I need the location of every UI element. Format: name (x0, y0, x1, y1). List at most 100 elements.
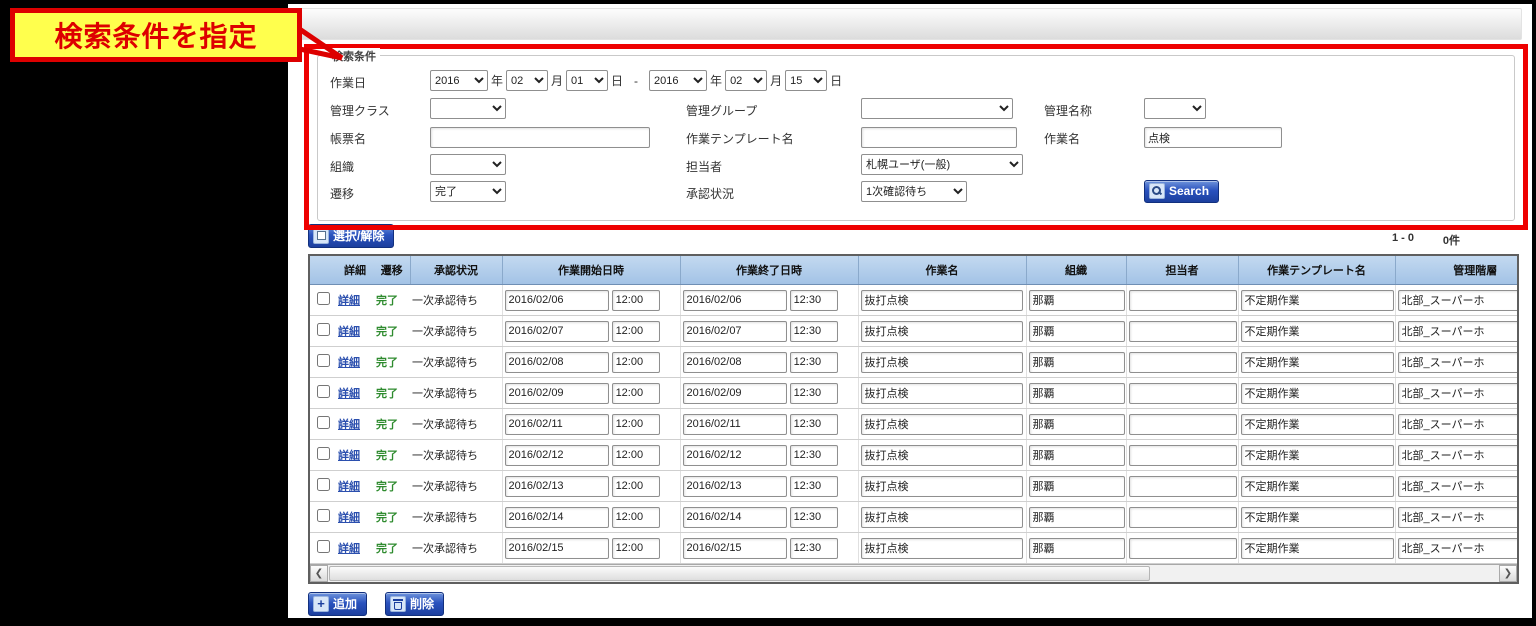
row-checkbox[interactable] (317, 509, 330, 522)
end-time-input[interactable] (790, 321, 838, 342)
end-time-input[interactable] (790, 507, 838, 528)
to-day-select[interactable]: 15 (785, 70, 827, 91)
assignee-cell-input[interactable] (1129, 352, 1237, 373)
organization-cell-input[interactable] (1029, 321, 1125, 342)
to-year-select[interactable]: 2016 (649, 70, 707, 91)
hierarchy-cell-input[interactable] (1398, 414, 1520, 435)
hierarchy-cell-input[interactable] (1398, 507, 1520, 528)
assignee-cell-input[interactable] (1129, 321, 1237, 342)
assignee-cell-input[interactable] (1129, 383, 1237, 404)
transition-select[interactable]: 完了 (430, 181, 506, 202)
start-time-input[interactable] (612, 445, 660, 466)
hierarchy-cell-input[interactable] (1398, 352, 1520, 373)
detail-link[interactable]: 詳細 (338, 512, 360, 524)
scroll-right-button[interactable]: ❯ (1499, 565, 1517, 582)
row-checkbox[interactable] (317, 323, 330, 336)
row-checkbox[interactable] (317, 447, 330, 460)
start-time-input[interactable] (612, 352, 660, 373)
work-name-cell-input[interactable] (861, 538, 1023, 559)
approval-status-select[interactable]: 1次確認待ち (861, 181, 967, 202)
template-cell-input[interactable] (1241, 414, 1394, 435)
organization-cell-input[interactable] (1029, 476, 1125, 497)
hierarchy-cell-input[interactable] (1398, 290, 1520, 311)
row-checkbox[interactable] (317, 540, 330, 553)
start-date-input[interactable] (505, 383, 609, 404)
work-name-cell-input[interactable] (861, 476, 1023, 497)
assignee-cell-input[interactable] (1129, 290, 1237, 311)
mgmt-group-select[interactable] (861, 98, 1013, 119)
end-time-input[interactable] (790, 352, 838, 373)
work-name-input[interactable] (1144, 127, 1282, 148)
form-name-input[interactable] (430, 127, 650, 148)
start-date-input[interactable] (505, 538, 609, 559)
start-time-input[interactable] (612, 507, 660, 528)
template-cell-input[interactable] (1241, 352, 1394, 373)
work-name-cell-input[interactable] (861, 414, 1023, 435)
template-cell-input[interactable] (1241, 290, 1394, 311)
end-time-input[interactable] (790, 538, 838, 559)
end-date-input[interactable] (683, 414, 787, 435)
assignee-cell-input[interactable] (1129, 445, 1237, 466)
template-cell-input[interactable] (1241, 321, 1394, 342)
from-year-select[interactable]: 2016 (430, 70, 488, 91)
row-checkbox[interactable] (317, 478, 330, 491)
organization-cell-input[interactable] (1029, 290, 1125, 311)
template-cell-input[interactable] (1241, 476, 1394, 497)
end-time-input[interactable] (790, 383, 838, 404)
from-day-select[interactable]: 01 (566, 70, 608, 91)
row-checkbox[interactable] (317, 385, 330, 398)
detail-link[interactable]: 詳細 (338, 450, 360, 462)
end-time-input[interactable] (790, 414, 838, 435)
assignee-cell-input[interactable] (1129, 507, 1237, 528)
detail-link[interactable]: 詳細 (338, 388, 360, 400)
end-date-input[interactable] (683, 538, 787, 559)
start-date-input[interactable] (505, 476, 609, 497)
end-date-input[interactable] (683, 445, 787, 466)
organization-cell-input[interactable] (1029, 414, 1125, 435)
to-month-select[interactable]: 02 (725, 70, 767, 91)
detail-link[interactable]: 詳細 (338, 326, 360, 338)
work-name-cell-input[interactable] (861, 352, 1023, 373)
work-name-cell-input[interactable] (861, 321, 1023, 342)
detail-link[interactable]: 詳細 (338, 419, 360, 431)
hierarchy-cell-input[interactable] (1398, 445, 1520, 466)
horizontal-scrollbar[interactable]: ❮ ❯ (310, 564, 1517, 582)
hierarchy-cell-input[interactable] (1398, 538, 1520, 559)
hierarchy-cell-input[interactable] (1398, 321, 1520, 342)
start-date-input[interactable] (505, 352, 609, 373)
work-name-cell-input[interactable] (861, 507, 1023, 528)
organization-cell-input[interactable] (1029, 445, 1125, 466)
add-button[interactable]: + 追加 (308, 592, 367, 616)
start-date-input[interactable] (505, 445, 609, 466)
start-time-input[interactable] (612, 538, 660, 559)
detail-link[interactable]: 詳細 (338, 481, 360, 493)
row-checkbox[interactable] (317, 292, 330, 305)
work-name-cell-input[interactable] (861, 445, 1023, 466)
assignee-cell-input[interactable] (1129, 538, 1237, 559)
hierarchy-cell-input[interactable] (1398, 383, 1520, 404)
start-time-input[interactable] (612, 290, 660, 311)
scrollbar-thumb[interactable] (329, 566, 1150, 581)
delete-button[interactable]: 削除 (385, 592, 444, 616)
hierarchy-cell-input[interactable] (1398, 476, 1520, 497)
template-cell-input[interactable] (1241, 383, 1394, 404)
scroll-left-button[interactable]: ❮ (310, 565, 328, 582)
detail-link[interactable]: 詳細 (338, 295, 360, 307)
organization-cell-input[interactable] (1029, 538, 1125, 559)
organization-cell-input[interactable] (1029, 352, 1125, 373)
template-cell-input[interactable] (1241, 445, 1394, 466)
end-time-input[interactable] (790, 476, 838, 497)
start-time-input[interactable] (612, 321, 660, 342)
assignee-select[interactable]: 札幌ユーザ(一般) (861, 154, 1023, 175)
start-time-input[interactable] (612, 476, 660, 497)
start-date-input[interactable] (505, 290, 609, 311)
start-date-input[interactable] (505, 414, 609, 435)
detail-link[interactable]: 詳細 (338, 543, 360, 555)
end-date-input[interactable] (683, 290, 787, 311)
start-time-input[interactable] (612, 414, 660, 435)
work-name-cell-input[interactable] (861, 383, 1023, 404)
from-month-select[interactable]: 02 (506, 70, 548, 91)
search-button[interactable]: Search (1144, 180, 1219, 203)
work-name-cell-input[interactable] (861, 290, 1023, 311)
template-cell-input[interactable] (1241, 538, 1394, 559)
